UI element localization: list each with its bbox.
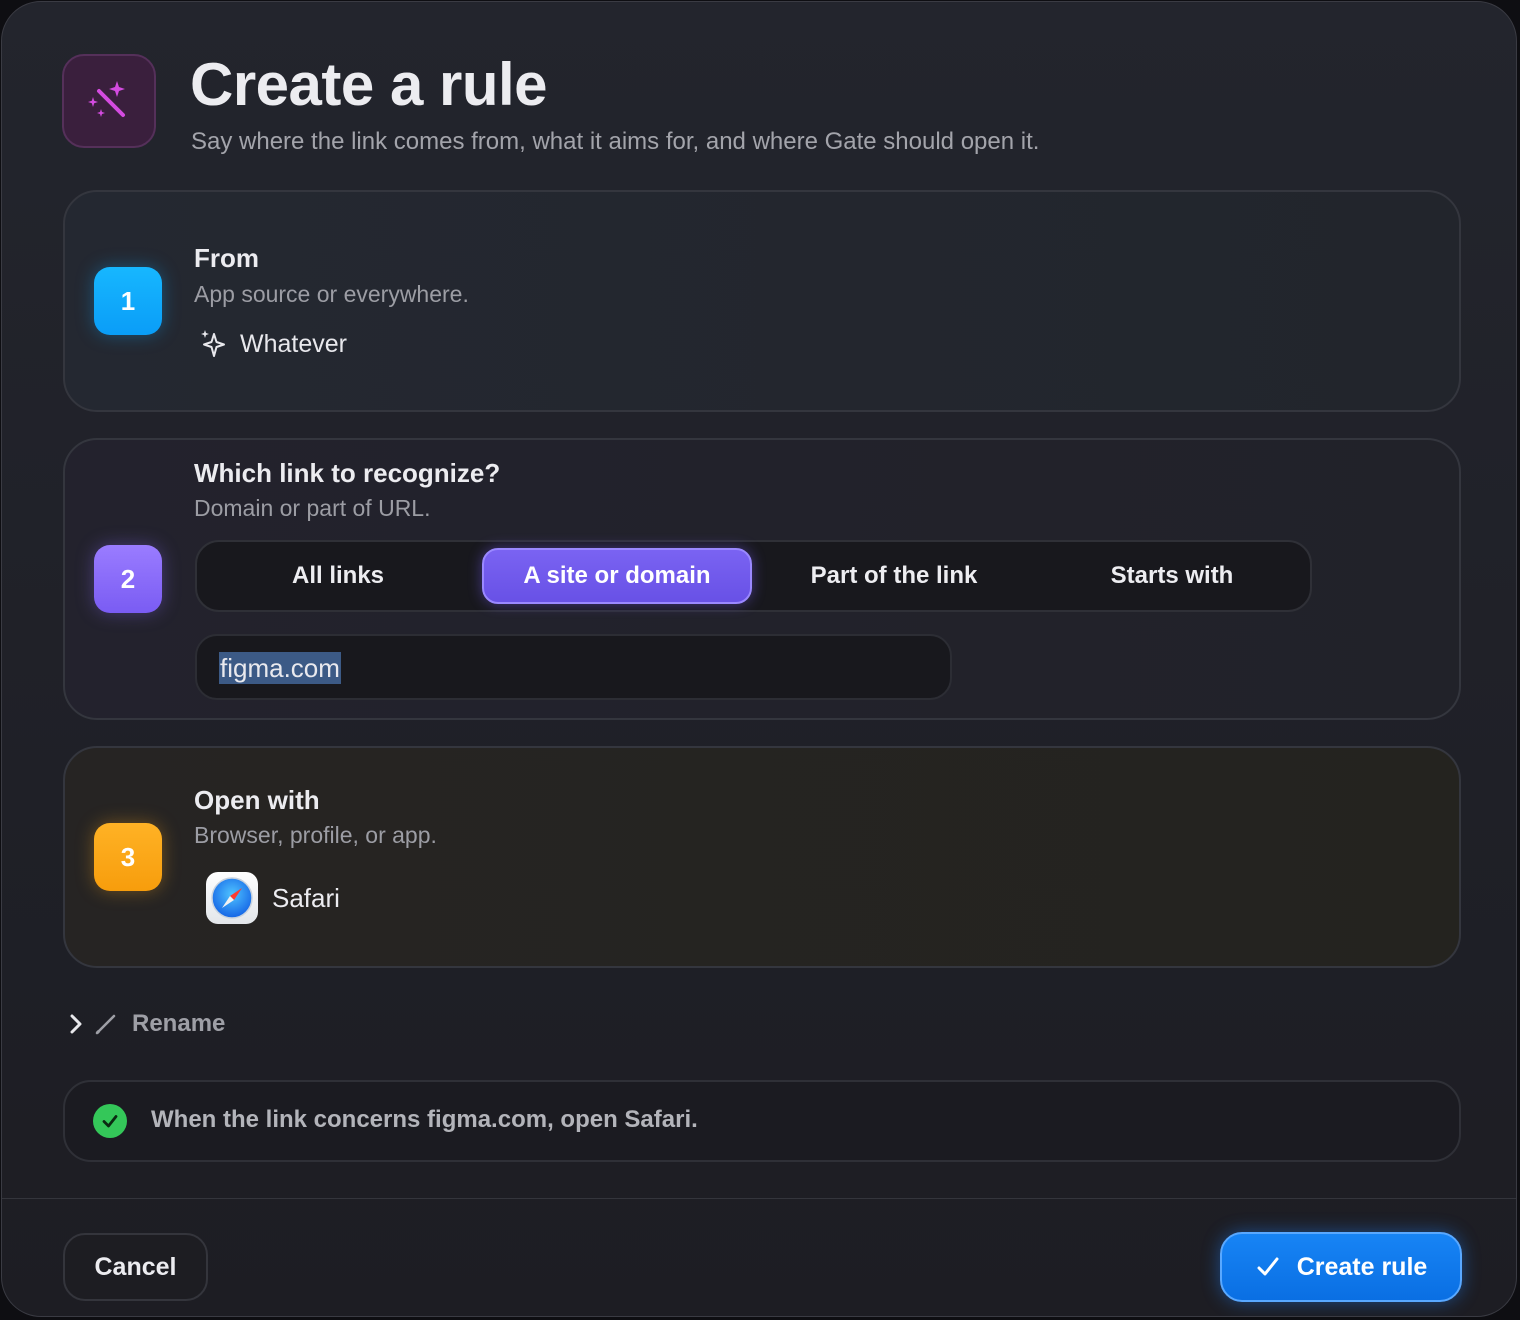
sparkle-icon xyxy=(200,328,228,360)
create-rule-dialog: Create a rule Say where the link comes f… xyxy=(1,1,1517,1317)
open-with-app-selector[interactable]: Safari xyxy=(206,872,340,924)
step-badge-1: 1 xyxy=(94,267,162,335)
step-badge-3: 3 xyxy=(94,823,162,891)
footer-divider xyxy=(2,1198,1516,1199)
link-mode-segmented-control: All links A site or domain Part of the l… xyxy=(195,540,1312,612)
mode-starts-with[interactable]: Starts with xyxy=(1037,548,1307,604)
mode-part-of-link[interactable]: Part of the link xyxy=(759,548,1029,604)
step-open-with-card xyxy=(63,746,1461,968)
step-open-with-title: Open with xyxy=(194,785,320,815)
from-source-selector[interactable]: Whatever xyxy=(200,326,347,362)
step-open-with-subtitle: Browser, profile, or app. xyxy=(194,822,437,848)
domain-input[interactable]: figma.com xyxy=(195,634,952,700)
page-title: Create a rule xyxy=(190,51,548,118)
magic-wand-icon xyxy=(62,54,156,148)
rule-summary-text: When the link concerns figma.com, open S… xyxy=(151,1106,698,1133)
domain-input-value: figma.com xyxy=(219,652,341,684)
step-from-subtitle: App source or everywhere. xyxy=(194,281,469,307)
rename-disclosure[interactable]: Rename xyxy=(68,1006,225,1042)
step-link-title: Which link to recognize? xyxy=(194,458,501,488)
pencil-icon xyxy=(94,1012,118,1036)
open-with-app-value: Safari xyxy=(272,882,340,913)
step-badge-2: 2 xyxy=(94,545,162,613)
create-rule-label: Create rule xyxy=(1296,1252,1428,1281)
rename-label: Rename xyxy=(132,1010,226,1037)
cancel-button[interactable]: Cancel xyxy=(63,1233,208,1301)
checkmark-icon xyxy=(1255,1254,1281,1280)
create-rule-button[interactable]: Create rule xyxy=(1220,1232,1462,1302)
from-source-value: Whatever xyxy=(240,329,347,358)
safari-icon xyxy=(206,872,258,924)
step-link-subtitle: Domain or part of URL. xyxy=(194,495,431,521)
mode-all-links[interactable]: All links xyxy=(203,548,473,604)
checkmark-circle-icon xyxy=(93,1104,127,1138)
rule-summary: When the link concerns figma.com, open S… xyxy=(63,1080,1461,1162)
mode-site-or-domain[interactable]: A site or domain xyxy=(482,548,752,604)
page-subtitle: Say where the link comes from, what it a… xyxy=(191,128,1040,155)
chevron-right-icon xyxy=(68,1013,84,1035)
step-from-title: From xyxy=(194,243,259,273)
